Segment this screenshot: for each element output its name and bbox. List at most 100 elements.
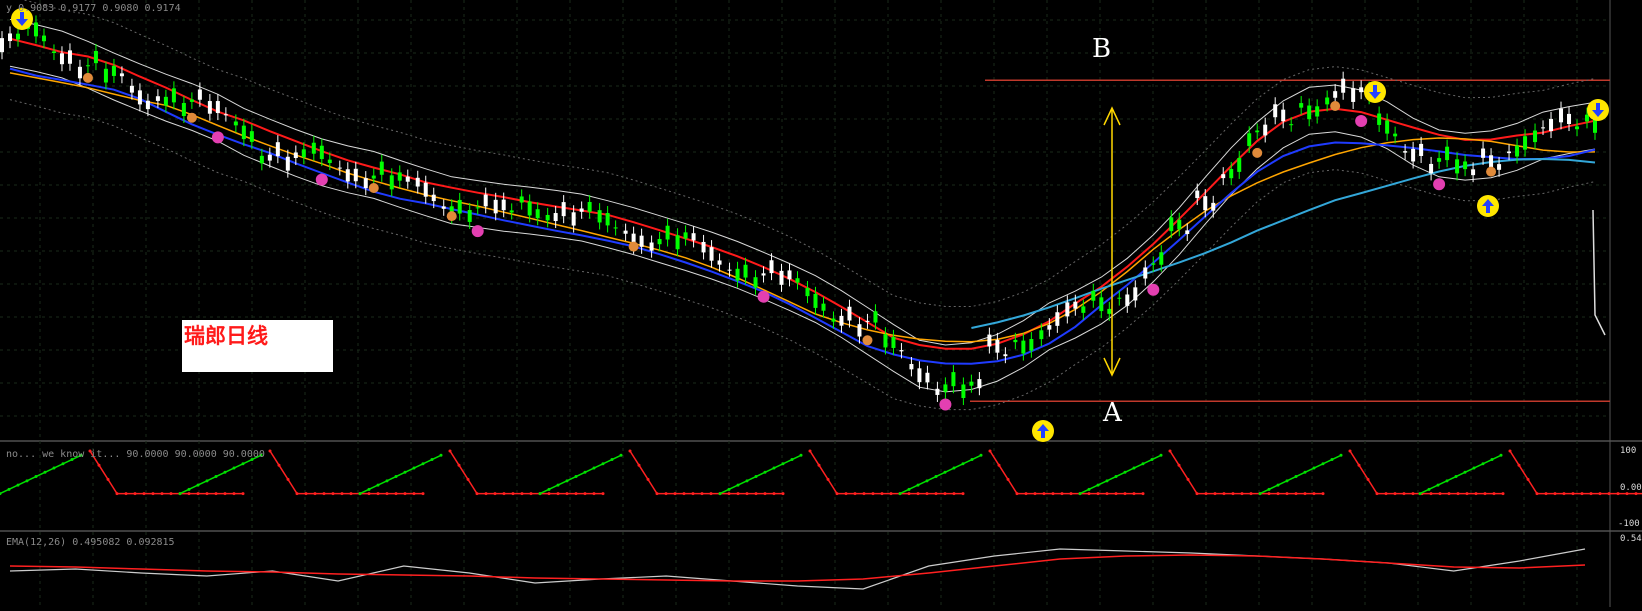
candle-body [1169,217,1174,232]
candle-body [553,213,558,222]
indicator1-point [412,466,416,470]
indicator1-point [169,492,173,496]
indicator1-header: no... we know it... 90.0000 90.0000 90.0… [6,449,265,460]
candle-body [103,68,108,83]
candle-body [233,121,238,126]
candle-body [197,89,202,100]
indicator1-point [727,492,731,496]
candle-body [1255,130,1260,133]
candle-body [665,225,670,240]
indicator1-point [1553,492,1557,496]
candle-body [1359,87,1364,93]
indicator1-point [1222,492,1226,496]
candle-body [545,214,550,221]
candle-body [1585,114,1589,122]
indicator1-point [286,477,290,481]
indicator1-point [52,466,56,470]
indicator1-point [763,470,767,474]
indicator1-red-line [1349,450,1503,495]
indicator1-point [691,492,695,496]
indicator1-point [295,492,299,496]
candle-body [33,22,38,37]
candle-body [1013,339,1018,343]
indicator1-point [889,492,893,496]
candle-body [943,384,948,392]
indicator1-point [430,458,434,462]
indicator1-point [331,492,335,496]
candle-body [1549,118,1554,132]
indicator1-point [916,492,920,496]
candle-body [1507,151,1512,154]
indicator1-point [1330,458,1334,462]
candle-body [753,277,758,288]
indicator1-point [1231,492,1235,496]
indicator1-point [1006,477,1010,481]
indicator1-point [133,492,137,496]
indicator1-point [637,463,641,467]
candle-body [441,206,446,209]
candle-body [223,114,228,116]
candle-body [535,209,540,219]
candle-body [241,125,246,140]
indicator1-point [844,492,848,496]
candle-body [1403,151,1408,153]
indicator2-macd-line [9,548,1586,590]
indicator1-point [394,492,398,496]
candle-body [509,210,514,213]
indicator1-point [1105,492,1109,496]
indicator1-green-line [899,454,982,495]
indicator1-point [1429,492,1433,496]
candle-body [649,242,654,251]
candle-body [935,388,940,395]
indicator1-point [412,492,416,496]
indicator1-point [376,492,380,496]
indicator1-point [934,475,938,479]
candle-body [743,264,748,278]
candle-body [301,149,306,158]
indicator1-point [214,475,218,479]
candle-body [1393,133,1398,137]
candle-body [1419,143,1424,156]
candle-body [475,207,480,209]
indicator1-point [394,475,398,479]
ma-cyan-line [971,157,1596,329]
candle-body [605,213,610,226]
candle-body [59,53,64,65]
indicator1-point [835,492,839,496]
candle-body [1039,330,1044,340]
indicator1-point [232,492,236,496]
indicator1-point [205,492,209,496]
indicator1-point [1312,466,1316,470]
indicator1-point [745,479,749,483]
candle-body [1003,354,1008,357]
indicator1-point [988,449,992,453]
candle-body [1151,263,1156,265]
indicator1-point [1105,479,1109,483]
indicator1-point [1607,492,1611,496]
indicator1-point [1438,492,1442,496]
indicator2-scale-top: 0.54 [1620,534,1642,544]
candle-body [293,152,298,159]
candle-body [389,175,394,190]
candle-body [1117,297,1122,299]
candle-body [839,315,844,326]
indicator1-point [1508,449,1512,453]
indicator1-point [970,458,974,462]
indicator1-point [1096,492,1100,496]
indicator1-point [1267,487,1271,491]
indicator1-point [1069,492,1073,496]
price-tail-line [1592,209,1606,336]
indicator1-point [979,453,983,457]
candle-body [1177,219,1182,230]
candle-body [397,172,402,181]
indicator1-point [1285,492,1289,496]
signal-dot-orange [186,112,197,123]
indicator1-point [421,492,425,496]
indicator1-point [367,492,371,496]
candle-body [1133,287,1138,301]
indicator1-point [601,492,605,496]
candle-body [779,270,784,285]
indicator1-point [1024,492,1028,496]
indicator1-point [1276,483,1280,487]
indicator1-point [1580,492,1584,496]
